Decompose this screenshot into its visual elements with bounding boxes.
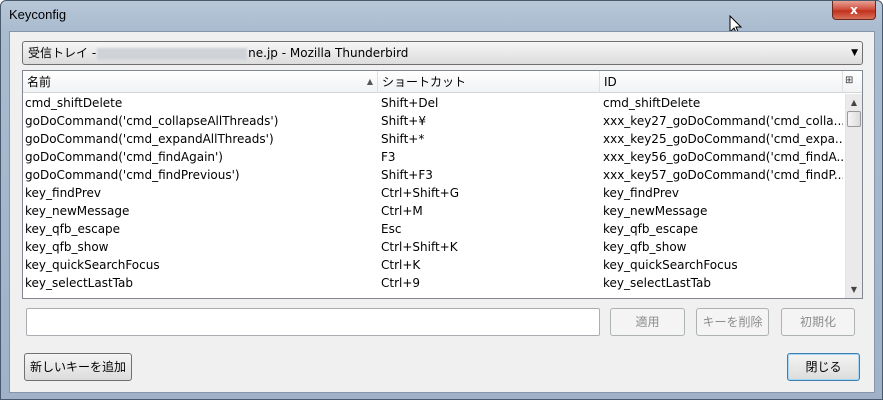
cell-shortcut: Ctrl+M	[381, 204, 423, 218]
title-bar[interactable]: Keyconfig x	[1, 1, 882, 31]
cell-id: key_quickSearchFocus	[603, 258, 738, 272]
table-row[interactable]: key_findPrev Ctrl+Shift+G key_findPrev	[23, 184, 844, 202]
cell-name: key_qfb_escape	[25, 222, 121, 236]
cell-name: goDoCommand('cmd_findAgain')	[25, 150, 223, 164]
list-header: 名前 ▲ ショートカット ID ⊞	[23, 71, 862, 93]
cell-id: key_selectLastTab	[603, 276, 711, 290]
cell-shortcut: Ctrl+9	[381, 276, 421, 290]
cell-name: cmd_shiftDelete	[25, 96, 123, 110]
table-row[interactable]: key_newMessage Ctrl+M key_newMessage	[23, 202, 844, 220]
scroll-down-arrow-icon[interactable]: ▼	[846, 281, 862, 298]
cell-id: xxx_key27_goDoCommand('cmd_colla...	[603, 114, 843, 128]
column-header-name-label: 名前	[27, 75, 52, 89]
table-row[interactable]: key_qfb_show Ctrl+Shift+K key_qfb_show	[23, 238, 844, 256]
cell-shortcut: Ctrl+Shift+G	[381, 186, 460, 200]
vertical-scrollbar[interactable]: ▲ ▼	[845, 94, 862, 298]
key-list[interactable]: 名前 ▲ ショートカット ID ⊞ cmd_shiftDelete Shift+D…	[22, 70, 863, 299]
table-row[interactable]: key_quickSearchFocus Ctrl+K key_quickSearc…	[23, 256, 844, 274]
scroll-up-arrow-icon[interactable]: ▲	[846, 94, 862, 111]
reset-button[interactable]: 初期化	[781, 308, 855, 336]
list-rows: cmd_shiftDelete Shift+Del cmd_shiftDelete …	[23, 94, 844, 298]
cell-id: key_newMessage	[603, 204, 708, 218]
window-selector-dropdown[interactable]: 受信トレイ - ne.jp - Mozilla Thunderbird ▼	[22, 41, 863, 65]
table-row[interactable]: cmd_shiftDelete Shift+Del cmd_shiftDelete	[23, 94, 844, 112]
column-header-name[interactable]: 名前 ▲	[23, 71, 378, 93]
table-row[interactable]: goDoCommand('cmd_findAgain') F3 xxx_key56_…	[23, 148, 844, 166]
dialog-body: 受信トレイ - ne.jp - Mozilla Thunderbird ▼ 名前 …	[9, 31, 875, 393]
cell-id: xxx_key57_goDoCommand('cmd_findP...	[603, 168, 843, 182]
table-row[interactable]: goDoCommand('cmd_findPrevious') Shift+F3 x…	[23, 166, 844, 184]
column-picker-icon[interactable]: ⊞	[845, 75, 853, 86]
cell-id: xxx_key56_goDoCommand('cmd_findA...	[603, 150, 843, 164]
shortcut-input[interactable]	[26, 308, 600, 336]
close-button[interactable]: 閉じる	[787, 353, 860, 381]
apply-button[interactable]: 適用	[610, 308, 685, 336]
cell-id: key_qfb_show	[603, 240, 687, 254]
delete-key-button[interactable]: キーを削除	[696, 308, 769, 336]
column-header-shortcut[interactable]: ショートカット	[378, 71, 600, 93]
window-title: Keyconfig	[9, 7, 67, 22]
cell-id: key_qfb_escape	[603, 222, 699, 236]
cell-shortcut: Shift+F3	[381, 168, 433, 182]
column-header-shortcut-label: ショートカット	[382, 75, 467, 89]
dropdown-value-suffix: ne.jp - Mozilla Thunderbird	[248, 46, 409, 60]
dropdown-arrow-icon[interactable]: ▼	[851, 42, 858, 64]
cell-shortcut: Esc	[381, 222, 402, 236]
cell-shortcut: Shift+Del	[381, 96, 439, 110]
sort-ascending-icon: ▲	[366, 77, 373, 86]
dropdown-value-prefix: 受信トレイ -	[28, 46, 97, 60]
table-row[interactable]: goDoCommand('cmd_collapseAllThreads') Shi…	[23, 112, 844, 130]
cell-shortcut: Shift+*	[381, 132, 425, 146]
table-row[interactable]: goDoCommand('cmd_expandAllThreads') Shift…	[23, 130, 844, 148]
cell-name: key_findPrev	[25, 186, 101, 200]
redacted-email-blur	[97, 47, 248, 60]
cell-shortcut: Shift+¥	[381, 114, 426, 128]
cell-name: goDoCommand('cmd_findPrevious')	[25, 168, 240, 182]
column-header-id[interactable]: ID	[600, 71, 843, 93]
cell-name: goDoCommand('cmd_collapseAllThreads')	[25, 114, 279, 128]
table-row[interactable]: key_selectLastTab Ctrl+9 key_selectLastTab	[23, 274, 844, 292]
column-header-id-label: ID	[604, 75, 617, 89]
add-new-key-button[interactable]: 新しいキーを追加	[24, 353, 132, 381]
keyconfig-window: Keyconfig x 受信トレイ - ne.jp - Mozilla Thund…	[0, 0, 883, 400]
cell-shortcut: Ctrl+K	[381, 258, 421, 272]
window-close-button[interactable]: x	[832, 1, 876, 20]
cell-shortcut: F3	[381, 150, 396, 164]
cell-name: key_quickSearchFocus	[25, 258, 160, 272]
cell-name: key_qfb_show	[25, 240, 109, 254]
cell-name: goDoCommand('cmd_expandAllThreads')	[25, 132, 274, 146]
cell-id: xxx_key25_goDoCommand('cmd_expa...	[603, 132, 843, 146]
cell-shortcut: Ctrl+Shift+K	[381, 240, 458, 254]
scroll-thumb[interactable]	[847, 111, 861, 127]
cell-name: key_newMessage	[25, 204, 130, 218]
cell-id: cmd_shiftDelete	[603, 96, 701, 110]
cell-name: key_selectLastTab	[25, 276, 133, 290]
table-row[interactable]: key_qfb_escape Esc key_qfb_escape	[23, 220, 844, 238]
cell-id: key_findPrev	[603, 186, 679, 200]
